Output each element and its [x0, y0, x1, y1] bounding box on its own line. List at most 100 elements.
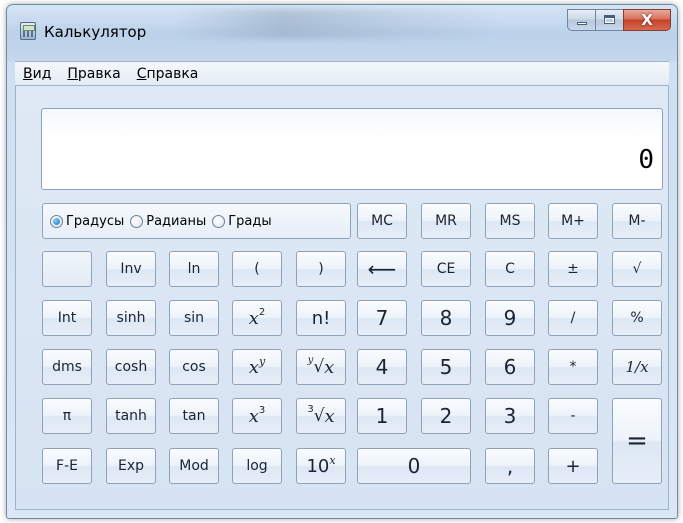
tan-button[interactable]: tan [169, 398, 219, 434]
calculator-body: 0 Градусы Радианы Грады MC MR MS M+ M- I… [15, 85, 669, 510]
angle-units-group: Градусы Радианы Грады [42, 203, 351, 239]
blank-button[interactable] [42, 251, 92, 287]
calculator-window: Калькулятор X Вид Правка Справка 0 Граду… [6, 4, 678, 519]
cube-root-symbol: √ [313, 406, 325, 426]
cos-button[interactable]: cos [169, 349, 219, 385]
menu-bar: Вид Правка Справка [15, 61, 669, 85]
window-controls: X [567, 9, 671, 31]
radio-grads-label: Грады [228, 213, 272, 229]
reciprocal-button[interactable]: 1/x [612, 349, 662, 385]
radio-radians[interactable]: Радианы [130, 214, 206, 229]
sinh-button[interactable]: sinh [106, 300, 156, 336]
y-root-index: y [307, 354, 314, 366]
radio-radians-label: Радианы [146, 213, 207, 229]
digit-9-button[interactable]: 9 [485, 300, 535, 336]
cube-root-base: x [324, 405, 335, 427]
x-power-y-button[interactable]: xy [232, 349, 282, 385]
mc-button[interactable]: MC [357, 203, 407, 239]
digit-7-button[interactable]: 7 [357, 300, 407, 336]
radio-degrees[interactable]: Градусы [50, 214, 124, 229]
menu-edit[interactable]: Правка [67, 66, 120, 82]
factorial-button[interactable]: n! [296, 300, 346, 336]
left-paren-button[interactable]: ( [232, 251, 282, 287]
digit-2-button[interactable]: 2 [421, 398, 471, 434]
ten-power-exponent: x [329, 453, 336, 467]
cube-root-button[interactable]: 3 √ x [296, 398, 346, 434]
x-cubed-base: x [248, 405, 259, 427]
ce-button[interactable]: CE [421, 251, 471, 287]
inv-button[interactable]: Inv [106, 251, 156, 287]
x-squared-button[interactable]: x2 [232, 300, 282, 336]
exp-button[interactable]: Exp [106, 448, 156, 484]
m-plus-button[interactable]: M+ [548, 203, 598, 239]
digit-3-button[interactable]: 3 [485, 398, 535, 434]
sin-button[interactable]: sin [169, 300, 219, 336]
divide-button[interactable]: / [548, 300, 598, 336]
radio-grads[interactable]: Грады [212, 213, 272, 229]
y-root-base: x [324, 356, 335, 378]
display-value: 0 [638, 145, 654, 175]
menu-help-label: правка [146, 65, 199, 82]
y-root-x-button[interactable]: y √ x [296, 349, 346, 385]
x-cubed-exponent: 3 [258, 404, 266, 416]
radio-degrees-label: Градусы [66, 213, 125, 229]
c-button[interactable]: C [485, 251, 535, 287]
pi-button[interactable]: π [42, 398, 92, 434]
menu-edit-accel: П [67, 65, 78, 82]
x-power-y-base: x [248, 356, 259, 378]
window-title: Калькулятор [44, 23, 147, 41]
equals-button[interactable]: = [612, 398, 662, 484]
cube-root-index: 3 [307, 403, 314, 415]
maximize-button[interactable] [595, 9, 623, 31]
x-squared-exponent: 2 [258, 306, 266, 318]
right-paren-button[interactable]: ) [296, 251, 346, 287]
digit-1-button[interactable]: 1 [357, 398, 407, 434]
plus-minus-button[interactable]: ± [548, 251, 598, 287]
digit-8-button[interactable]: 8 [421, 300, 471, 336]
ten-power-x-button[interactable]: 10 x [296, 448, 346, 484]
x-squared-base: x [248, 307, 259, 329]
radio-empty-icon [212, 214, 226, 228]
y-root-symbol: √ [313, 357, 325, 377]
tanh-button[interactable]: tanh [106, 398, 156, 434]
result-display: 0 [41, 108, 663, 190]
digit-0-button[interactable]: 0 [357, 448, 471, 484]
maximize-icon [604, 15, 615, 24]
x-cubed-button[interactable]: x3 [232, 398, 282, 434]
mod-button[interactable]: Mod [169, 448, 219, 484]
menu-help-accel: С [136, 65, 147, 82]
menu-help[interactable]: Справка [137, 66, 199, 82]
menu-view-label: ид [32, 65, 52, 82]
x-power-y-exponent: y [258, 354, 266, 368]
minus-button[interactable]: - [548, 398, 598, 434]
ten-power-base: 10 [306, 455, 330, 477]
close-button[interactable]: X [623, 9, 671, 31]
digit-6-button[interactable]: 6 [485, 349, 535, 385]
title-bar[interactable]: Калькулятор X [7, 5, 677, 61]
calculator-app-icon[interactable] [20, 22, 36, 40]
menu-view[interactable]: Вид [23, 66, 51, 82]
multiply-button[interactable]: * [548, 349, 598, 385]
percent-button[interactable]: % [612, 300, 662, 336]
minimize-button[interactable] [567, 9, 595, 31]
sqrt-button[interactable]: √ [612, 251, 662, 287]
dms-button[interactable]: dms [42, 349, 92, 385]
ln-button[interactable]: ln [169, 251, 219, 287]
log-button[interactable]: log [232, 448, 282, 484]
ms-button[interactable]: MS [485, 203, 535, 239]
fe-button[interactable]: F-E [42, 448, 92, 484]
digit-5-button[interactable]: 5 [421, 349, 471, 385]
digit-4-button[interactable]: 4 [357, 349, 407, 385]
menu-edit-label: равка [77, 65, 121, 82]
m-minus-button[interactable]: M- [612, 203, 662, 239]
plus-button[interactable]: + [548, 448, 598, 484]
close-icon: X [641, 11, 653, 29]
backspace-button[interactable]: ⟵ [357, 251, 407, 287]
reciprocal-label: 1/x [625, 358, 649, 376]
int-button[interactable]: Int [42, 300, 92, 336]
menu-view-accel: В [23, 65, 33, 82]
mr-button[interactable]: MR [421, 203, 471, 239]
decimal-button[interactable]: , [485, 448, 535, 484]
backspace-icon: ⟵ [367, 257, 397, 281]
cosh-button[interactable]: cosh [106, 349, 156, 385]
